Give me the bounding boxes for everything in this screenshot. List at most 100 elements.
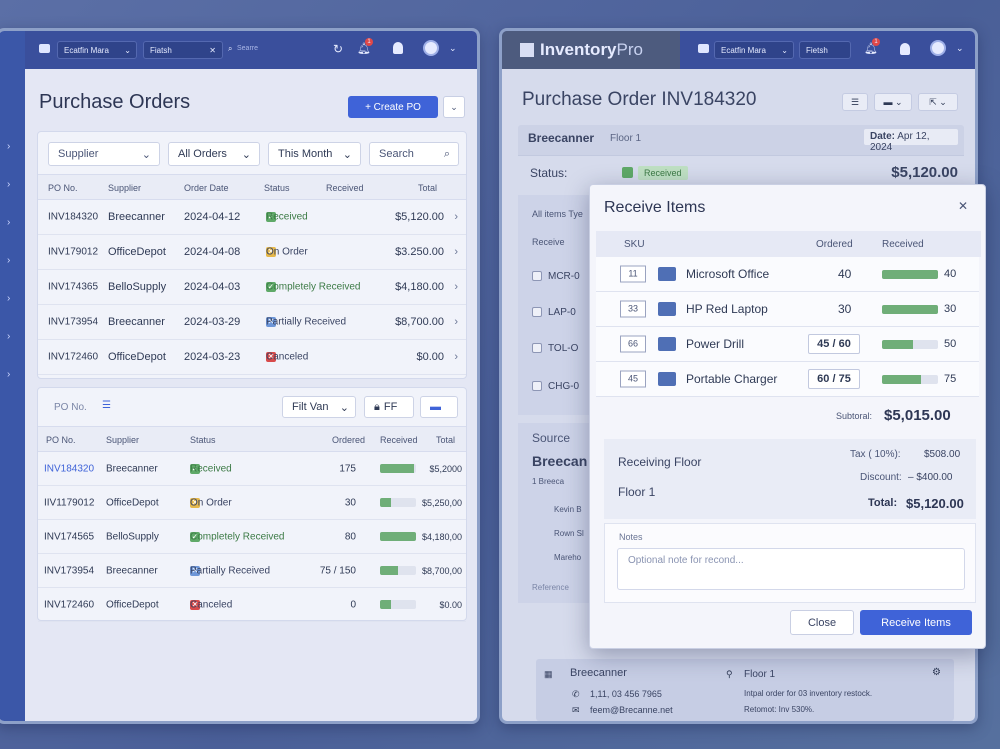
source-name: Breecan (532, 453, 588, 469)
search-input[interactable]: Searre (237, 45, 258, 52)
chevron-down-icon[interactable]: ⌄ (956, 43, 964, 54)
print-icon: ▬ (430, 401, 441, 413)
avatar[interactable] (930, 40, 946, 56)
po-number[interactable]: INV184320 (48, 212, 98, 223)
po-number[interactable]: INV184320 (44, 463, 94, 474)
column-header[interactable]: Status (190, 435, 216, 445)
notes-textarea[interactable]: Optional note for recond... (617, 548, 965, 590)
list-view-button[interactable]: ☰ (842, 93, 868, 111)
sidebar-chevron-icon[interactable]: › (7, 217, 10, 228)
sidebar-chevron-icon[interactable]: › (7, 369, 10, 380)
fetch-input[interactable]: Fiatsh ✕ (143, 41, 223, 59)
chevron-down-icon: ⌄ (241, 148, 251, 161)
ordered-input[interactable]: 45 / 60 (808, 334, 860, 354)
search-input[interactable]: Search ⌕ (369, 142, 459, 166)
brand-suffix: Pro (616, 40, 643, 59)
table-row[interactable]: INV174365 BelloSupply 2024-04-03 ✓ Completel… (38, 270, 466, 305)
po-number[interactable]: IIV1179012 (44, 497, 94, 508)
user-select[interactable]: Ecatfin Mara ⌄ (57, 41, 137, 59)
column-header[interactable]: PO No. (46, 435, 76, 445)
status-text: Partially Received (266, 316, 347, 328)
gear-icon[interactable]: ⚙ (932, 667, 941, 678)
table-row[interactable]: INV173954 Breecanner ✕ Partially Received 75… (38, 554, 466, 588)
sidebar-chevron-icon[interactable]: › (7, 255, 10, 266)
po-number[interactable]: INV173954 (44, 565, 94, 576)
table-row[interactable]: INV174565 BelloSupply ✓ Completely Received… (38, 520, 466, 554)
create-po-dropdown[interactable]: ⌄ (443, 96, 465, 118)
column-header[interactable]: PO No. (48, 183, 78, 193)
ordered-value: 30 (838, 302, 852, 316)
table-row[interactable]: INV184320 Breecanner ✓ Received 175 $5,2000 (38, 452, 466, 486)
period-filter[interactable]: This Month ⌄ (268, 142, 361, 166)
footer-floor: Floor 1 (744, 669, 776, 680)
table-row[interactable]: INV172460 OfficeDepot ✕ Canceled 0 $0.00 (38, 588, 466, 622)
column-header[interactable]: Ordered (332, 435, 365, 445)
chevron-right-icon[interactable]: › (454, 316, 458, 328)
sidebar-chevron-icon[interactable]: › (7, 141, 10, 152)
status-text: Canceled (190, 599, 233, 610)
export-select[interactable]: ▬ (420, 396, 458, 418)
table-row[interactable]: INV173954 Breecanner 2024-03-29 ✕ Partially … (38, 305, 466, 340)
po-number[interactable]: INV172460 (48, 352, 98, 363)
sidebar-chevron-icon[interactable]: › (7, 293, 10, 304)
po-number[interactable]: INV174565 (44, 531, 94, 542)
refresh-icon[interactable]: ↻ (333, 42, 343, 56)
chevron-right-icon[interactable]: › (454, 281, 458, 293)
ordered-input[interactable]: 60 / 75 (808, 369, 860, 389)
table-row[interactable]: IIV1179012 OfficeDepot ✕ On Order 30 $5,250,0… (38, 486, 466, 520)
column-header[interactable]: Order Date (184, 183, 229, 193)
share-button[interactable]: ⇱ ⌄ (918, 93, 958, 111)
column-header[interactable]: Received (380, 435, 418, 445)
sidebar-chevron-icon[interactable]: › (7, 179, 10, 190)
alert-icon[interactable] (393, 42, 403, 54)
row-checkbox[interactable] (532, 381, 542, 392)
lock-select[interactable]: 🔒︎ FF (364, 396, 414, 418)
column-header[interactable]: Received (326, 183, 364, 193)
orders-filter[interactable]: All Orders ⌄ (168, 142, 260, 166)
item-name: Portable Charger (686, 372, 778, 386)
column-header[interactable]: Total (436, 435, 455, 445)
column-header[interactable]: Total (418, 183, 437, 193)
receive-items-button[interactable]: Receive Items (860, 610, 972, 635)
table-row[interactable]: INV184320 Breecanner 2024-04-12 ✓ Received $5… (38, 200, 466, 235)
po-number[interactable]: INV172460 (44, 599, 94, 610)
column-header[interactable]: Supplier (108, 183, 141, 193)
received-progress-fill (380, 464, 415, 473)
row-checkbox[interactable] (532, 271, 542, 282)
po-number[interactable]: INV179012 (48, 247, 98, 258)
supplier-filter[interactable]: Supplier ⌄ (48, 142, 160, 166)
row-checkbox[interactable] (532, 343, 542, 354)
sku-value: 33 (627, 303, 638, 314)
chevron-right-icon[interactable]: › (454, 246, 458, 258)
receive-tab[interactable]: Receive (532, 237, 565, 247)
table-row[interactable]: INV172460 OfficeDepot 2024-03-23 ✕ Canceled $… (38, 340, 466, 375)
alert-icon[interactable] (900, 43, 910, 55)
orders-table-card: Supplier ⌄ All Orders ⌄ This Month ⌄ Search… (37, 131, 467, 379)
chevron-right-icon[interactable]: › (454, 211, 458, 223)
table-row[interactable]: INV179012 OfficeDepot 2024-04-08 ✕ On Order $… (38, 235, 466, 270)
print-button[interactable]: ▬ ⌄ (874, 93, 912, 111)
filter-icon[interactable]: ☰ (102, 400, 111, 411)
po-number[interactable]: INV174365 (48, 282, 98, 293)
source-sub: 1 Breeca (532, 477, 565, 486)
chevron-right-icon[interactable]: › (454, 351, 458, 363)
close-icon[interactable]: ✕ (958, 199, 968, 213)
po-number[interactable]: INV173954 (48, 317, 98, 328)
search-icon[interactable]: ⌕ (228, 44, 232, 54)
row-checkbox[interactable] (532, 307, 542, 318)
status-text: Partially Received (190, 565, 271, 576)
close-button[interactable]: Close (790, 610, 854, 635)
column-header[interactable]: Supplier (106, 435, 139, 445)
sidebar-chevron-icon[interactable]: › (7, 331, 10, 342)
fetch-input[interactable]: Fietsh (799, 41, 851, 59)
close-icon[interactable]: ✕ (209, 46, 216, 55)
user-select[interactable]: Ecatfin Mara ⌄ (714, 41, 794, 59)
create-po-button[interactable]: + Create PO (348, 96, 438, 118)
column-header[interactable]: Status (264, 183, 290, 193)
avatar[interactable] (423, 40, 439, 56)
filter-select[interactable]: Filt Van ⌄ (282, 396, 356, 418)
ordered-value: 45 / 60 (817, 338, 851, 350)
chevron-down-icon[interactable]: ⌄ (449, 43, 457, 54)
received-table-body: INV184320 Breecanner ✓ Received 175 $5,2000 II… (38, 452, 466, 622)
contact-line: Rown Sl (554, 529, 584, 538)
